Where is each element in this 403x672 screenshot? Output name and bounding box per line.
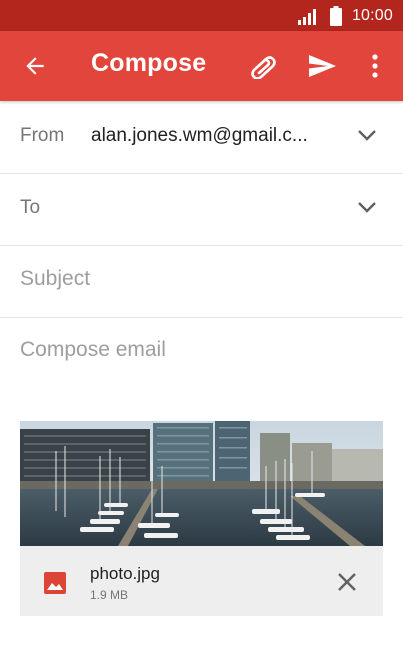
battery-icon xyxy=(329,6,342,26)
status-bar: 10:00 xyxy=(0,0,403,31)
from-label: From xyxy=(20,125,65,146)
send-icon[interactable] xyxy=(307,53,337,79)
chevron-down-icon[interactable] xyxy=(357,128,377,142)
subject-placeholder: Subject xyxy=(20,267,91,290)
image-icon xyxy=(44,572,66,594)
from-account-value[interactable]: alan.jones.wm@gmail.c... xyxy=(91,125,308,147)
subject-field[interactable]: Subject xyxy=(0,245,403,318)
compose-body-placeholder: Compose email xyxy=(20,338,166,361)
attachment-card[interactable]: photo.jpg 1.9 MB xyxy=(20,421,383,616)
to-field[interactable]: To xyxy=(0,173,403,246)
to-label: To xyxy=(20,197,41,218)
signal-icon xyxy=(297,9,316,25)
more-vert-icon[interactable] xyxy=(365,53,385,79)
attachment-file-name: photo.jpg xyxy=(90,564,160,583)
page-title: Compose xyxy=(91,49,207,77)
attachment-thumbnail[interactable] xyxy=(20,421,383,546)
close-icon[interactable] xyxy=(336,571,358,593)
attachment-info: photo.jpg 1.9 MB xyxy=(20,546,383,616)
arrow-back-icon[interactable] xyxy=(22,53,48,79)
chevron-down-icon[interactable] xyxy=(357,200,377,214)
attachment-file-size: 1.9 MB xyxy=(90,588,129,602)
app-bar: Compose xyxy=(0,31,403,101)
harbor-photo xyxy=(20,421,383,546)
paperclip-icon[interactable] xyxy=(246,53,278,79)
status-time: 10:00 xyxy=(351,7,393,24)
from-field[interactable]: From alan.jones.wm@gmail.c... xyxy=(0,101,403,174)
status-icons: 10:00 xyxy=(297,6,393,26)
compose-body-field[interactable]: Compose email xyxy=(0,318,403,408)
